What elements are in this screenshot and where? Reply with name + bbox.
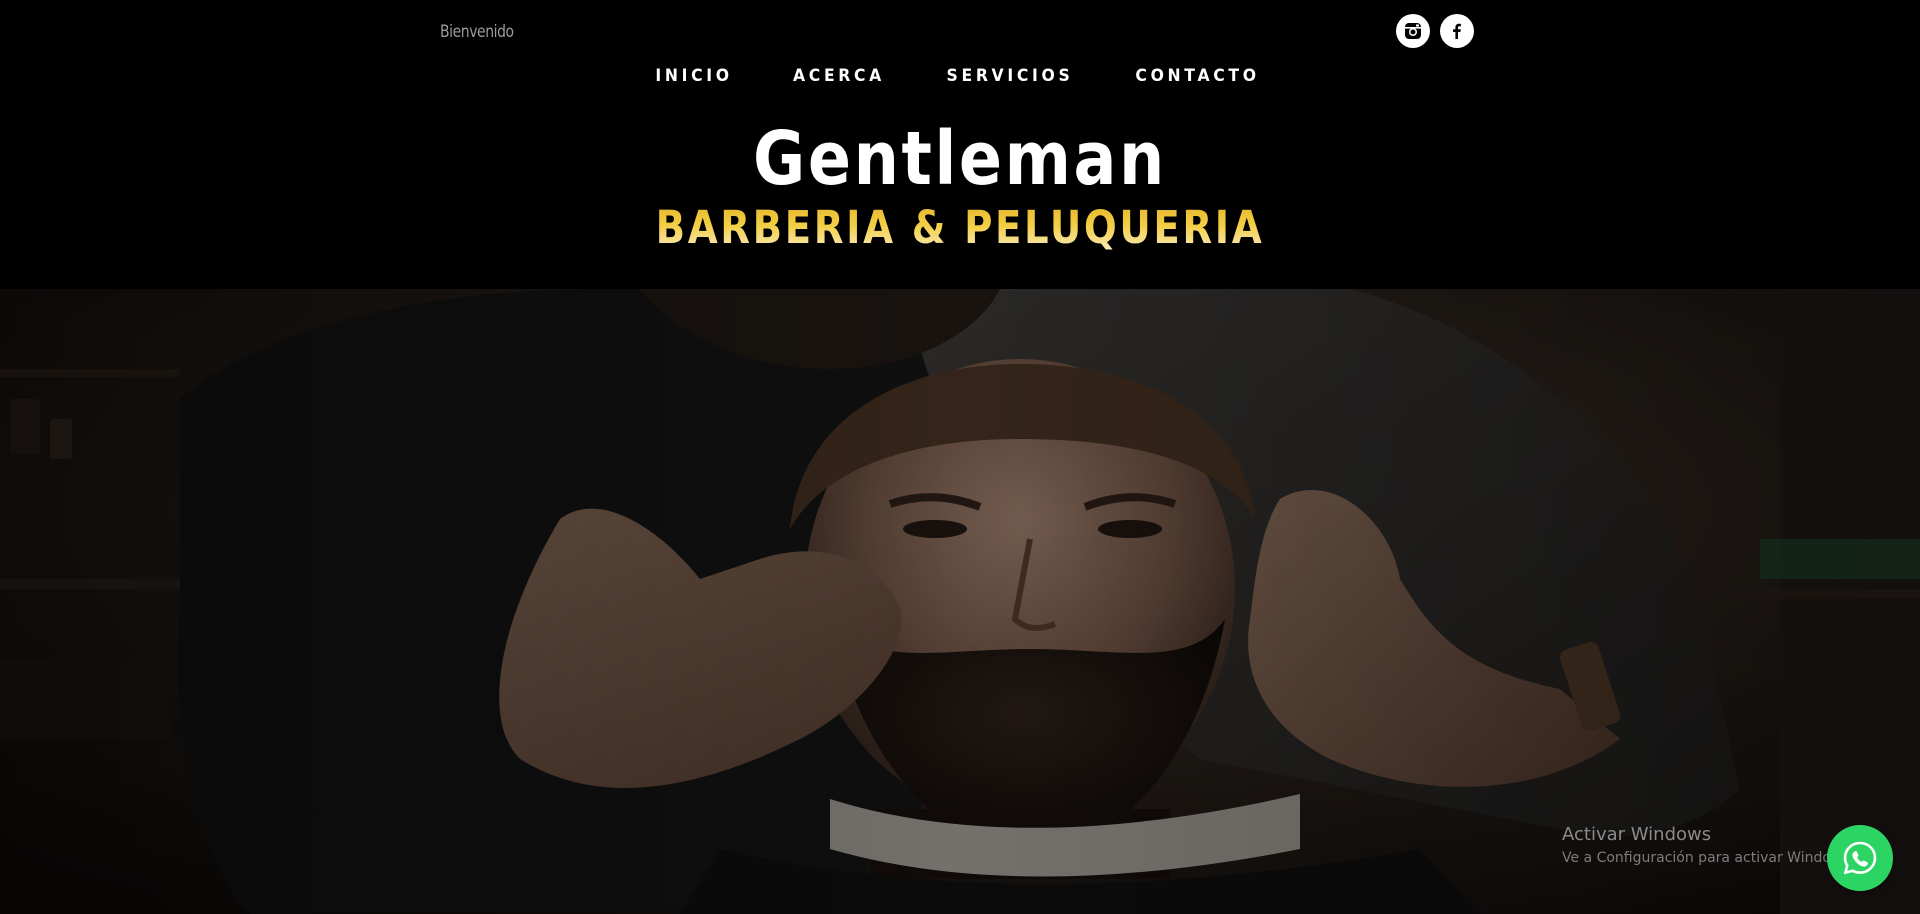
- brand-subtitle: BARBERIA & PELUQUERIA: [134, 202, 1785, 254]
- nav-item-servicios[interactable]: SERVICIOS: [946, 66, 1073, 86]
- instagram-icon: [1405, 23, 1421, 39]
- page: Bienvenido INICIO ACERCA SERVICIOS CONTA…: [0, 0, 1920, 914]
- brand-title: Gentleman: [753, 116, 1167, 202]
- nav-item-acerca[interactable]: ACERCA: [793, 66, 885, 86]
- main-nav: INICIO ACERCA SERVICIOS CONTACTO: [0, 66, 1920, 86]
- whatsapp-button[interactable]: [1827, 825, 1893, 891]
- activation-watermark-subtitle: Ve a Configuración para activar Windows.: [1562, 850, 1855, 866]
- welcome-text: Bienvenido: [440, 22, 514, 42]
- nav-item-inicio[interactable]: INICIO: [656, 66, 733, 86]
- activation-watermark-title: Activar Windows: [1562, 824, 1712, 845]
- instagram-button[interactable]: [1396, 14, 1430, 48]
- facebook-icon: [1453, 23, 1461, 39]
- site-header: Bienvenido INICIO ACERCA SERVICIOS CONTA…: [0, 0, 1920, 289]
- barber-photo-illustration: [0, 289, 1920, 914]
- hero-image: [0, 289, 1920, 914]
- nav-item-contacto[interactable]: CONTACTO: [1136, 66, 1260, 86]
- facebook-button[interactable]: [1440, 14, 1474, 48]
- whatsapp-icon: [1843, 841, 1877, 875]
